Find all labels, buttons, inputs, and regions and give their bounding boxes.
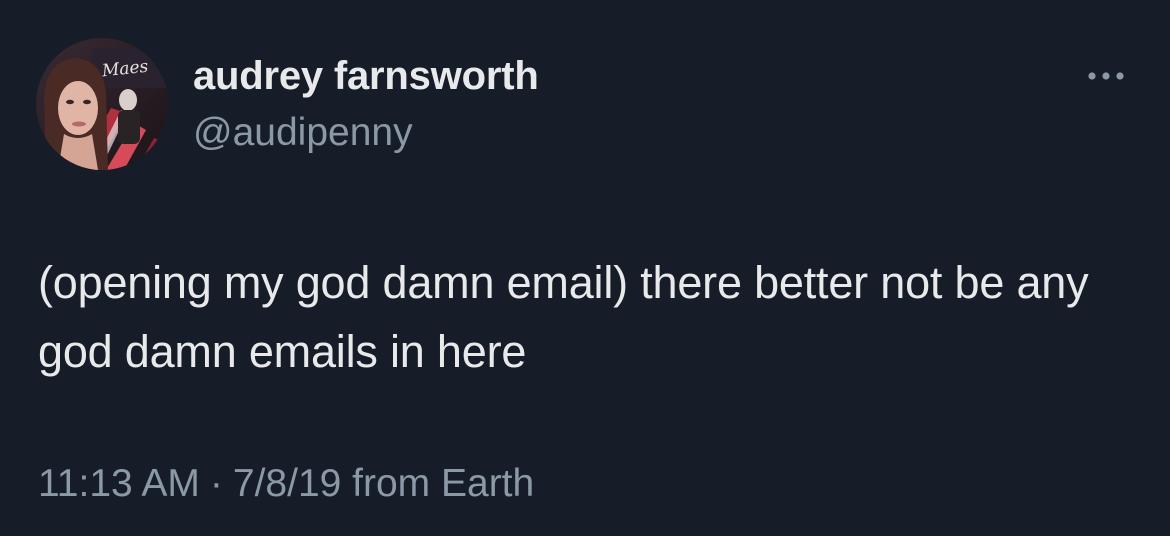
tweet-text: (opening my god damn email) there better… bbox=[38, 257, 1089, 377]
more-options-button[interactable] bbox=[1082, 62, 1130, 90]
author-display-name[interactable]: audrey farnsworth bbox=[193, 54, 539, 99]
author-handle[interactable]: @audipenny bbox=[193, 111, 413, 155]
tweet-time[interactable]: 11:13 AM bbox=[38, 462, 200, 505]
meta-separator: · bbox=[209, 462, 223, 505]
more-horizontal-icon bbox=[1088, 72, 1124, 80]
tweet-metadata: 11:13 AM · 7/8/19 from Earth bbox=[38, 462, 534, 506]
avatar[interactable]: Maes bbox=[36, 38, 168, 170]
tweet-card: Maes audrey farnsworth @audipenny (openi… bbox=[0, 0, 1170, 536]
profile-photo-avatar: Maes bbox=[36, 38, 168, 170]
tweet-date-source[interactable]: 7/8/19 from Earth bbox=[233, 462, 534, 505]
